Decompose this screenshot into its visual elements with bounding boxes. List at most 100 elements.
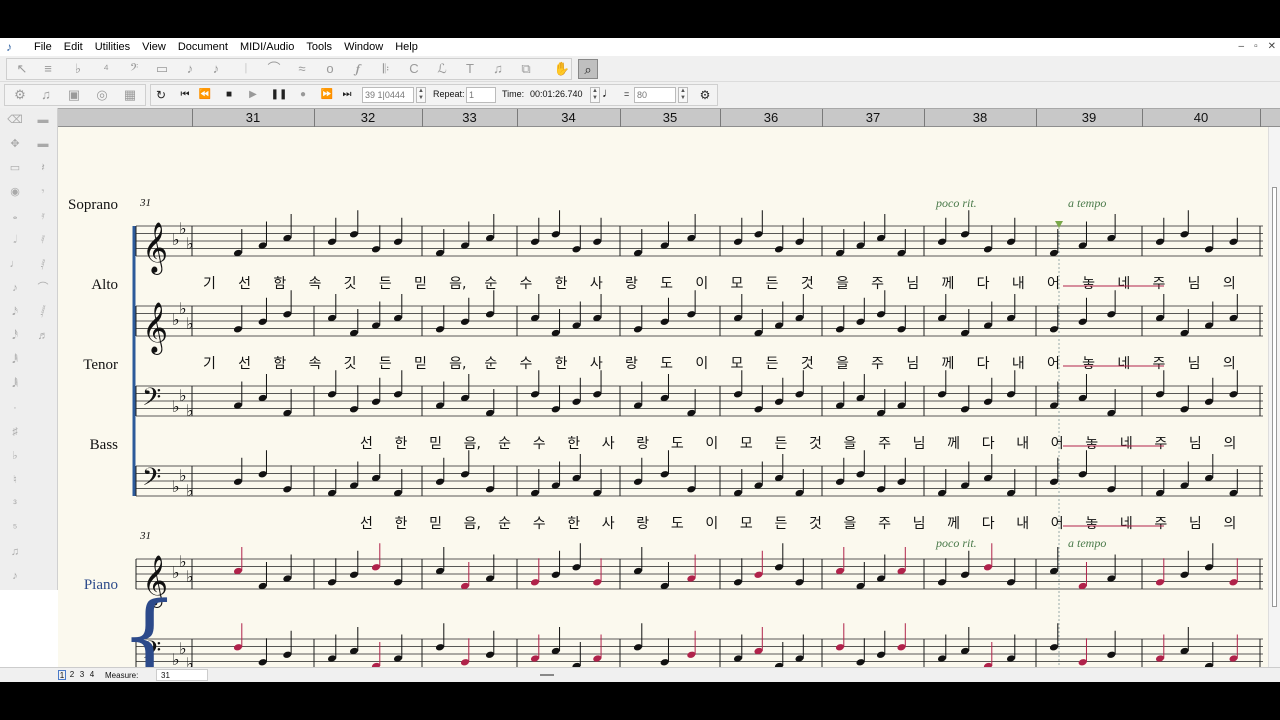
staff-tool-icon[interactable]: ≡ (38, 59, 58, 79)
ruler-measure-31[interactable]: 31 (192, 109, 314, 127)
text-tool-icon[interactable]: T (460, 59, 480, 79)
dot-icon[interactable]: · (2, 396, 28, 420)
repeat-tool-icon[interactable]: 𝄆 (376, 59, 396, 79)
counter-spinner[interactable]: ▲ ▼ (416, 87, 426, 103)
staff-name-bass[interactable]: Bass (58, 437, 118, 454)
rewind-to-start-icon[interactable]: ⏮ (176, 88, 194, 102)
ruler-measure-36[interactable]: 36 (720, 109, 822, 127)
natural-icon[interactable]: ♮ (2, 468, 28, 492)
zoom-tool-icon[interactable]: ⌕ (578, 59, 598, 79)
ruler-measure-39[interactable]: 39 (1036, 109, 1142, 127)
tempo-field[interactable]: 80 (634, 87, 676, 103)
sharp-icon[interactable]: ♯ (2, 420, 28, 444)
ruler-measure-33[interactable]: 33 (422, 109, 517, 127)
staff-name-soprano[interactable]: Soprano (58, 197, 118, 214)
scrollbar-thumb[interactable] (1272, 187, 1277, 607)
record-icon[interactable]: ● (294, 88, 312, 102)
eraser-icon[interactable]: ⌫ (2, 108, 28, 132)
eighth-rest-icon[interactable]: 𝄾 (30, 180, 56, 204)
loop-icon[interactable]: ↻ (152, 88, 170, 102)
hyperscribe-tool-icon[interactable]: ▦ (120, 85, 140, 105)
half-rest-icon[interactable]: ▬ (30, 132, 56, 156)
rewind-icon[interactable]: ⏪ (196, 88, 214, 102)
fast-forward-icon[interactable]: ⏩ (318, 88, 336, 102)
speedy-entry-tool-icon[interactable]: ♪ (206, 59, 226, 79)
menu-tools[interactable]: Tools (300, 38, 338, 56)
eighth-note-icon[interactable]: ♪ (2, 276, 28, 300)
key-signature-tool-icon[interactable]: ♭ (68, 59, 88, 79)
tuplet-three-icon[interactable]: ³ (2, 492, 28, 516)
note-mover-icon[interactable]: ✥ (2, 132, 28, 156)
resize-grip-icon[interactable] (540, 674, 554, 676)
wrench-tool-icon[interactable]: ⚙ (10, 85, 30, 105)
page-layout-tool-icon[interactable]: ▣ (64, 85, 84, 105)
ruler-measure-35[interactable]: 35 (620, 109, 720, 127)
ruler-measure-38[interactable]: 38 (924, 109, 1036, 127)
menu-window[interactable]: Window (338, 38, 389, 56)
sixteenth-rest-icon[interactable]: 𝄿 (30, 204, 56, 228)
expression-tool-icon[interactable]: ο (320, 59, 340, 79)
sixty-fourth-note-icon[interactable]: 𝅘𝅥𝅱 (2, 348, 28, 372)
midi-tool-icon[interactable]: ◎ (92, 85, 112, 105)
menu-utilities[interactable]: Utilities (89, 38, 136, 56)
whole-rest-icon[interactable]: ▬ (30, 108, 56, 132)
menu-view[interactable]: View (136, 38, 172, 56)
counter-field[interactable]: 39 1|0444 (362, 87, 414, 103)
quarter-note-icon[interactable]: ♩ (2, 252, 28, 276)
hundred-twenty-eighth-note-icon[interactable]: 𝅘𝅥𝅲 (2, 372, 28, 396)
menu-midi-audio[interactable]: MIDI/Audio (234, 38, 300, 56)
page-tab-3[interactable]: 3 (78, 670, 86, 680)
menu-file[interactable]: File (28, 38, 58, 56)
minimize-button[interactable]: – (1239, 38, 1245, 56)
note-tool-icon[interactable]: ♫ (36, 85, 56, 105)
playback-settings-icon[interactable]: ⚙ (696, 88, 714, 102)
graphics-tool-icon[interactable]: ♫ (488, 59, 508, 79)
page-tab-2[interactable]: 2 (68, 670, 76, 680)
simple-entry-tool-icon[interactable]: ♪ (180, 59, 200, 79)
ruler-measure-40[interactable]: 40 (1142, 109, 1260, 127)
page-tab-4[interactable]: 4 (88, 670, 96, 680)
staff-name-tenor[interactable]: Tenor (58, 357, 118, 374)
thirty-second-note-icon[interactable]: 𝅘𝅥𝅰 (2, 324, 28, 348)
grace-note-icon[interactable]: ♫ (2, 540, 28, 564)
stop-icon[interactable]: ■ (220, 88, 238, 102)
staff-name-piano[interactable]: Piano (58, 577, 118, 594)
measure-ruler[interactable]: 31 32 33 34 35 36 37 38 39 40 (58, 108, 1280, 127)
vertical-scrollbar[interactable] (1268, 127, 1280, 667)
repeat-field[interactable]: 1 (466, 87, 496, 103)
dynamics-tool-icon[interactable]: 𝆑 (348, 59, 368, 79)
flat-icon[interactable]: ♭ (2, 444, 28, 468)
tuplet-five-icon[interactable]: ⁵ (2, 516, 28, 540)
tempo-spinner[interactable]: ▲ ▼ (678, 87, 688, 103)
fast-forward-to-end-icon[interactable]: ⏭ (338, 88, 356, 102)
clef-tool-icon[interactable]: 𝄢 (124, 59, 144, 79)
score-canvas[interactable]: 𝄞 ♭ ♭ ♭ 𝄞 ♭ ♭ ♭ 𝄢 ♭ ♭ ♭ 𝄢 ♭ ♭ ♭ 𝄞 ♭ ♭ ♭ 𝄢 ♭ ♭ ♭{31 31 poco rit. a … (58, 127, 1268, 667)
ruler-measure-34[interactable]: 34 (517, 109, 620, 127)
ruler-measure-32[interactable]: 32 (314, 109, 422, 127)
tuplet-tool-icon[interactable]: 𝄀 (236, 59, 256, 79)
cue-note-icon[interactable]: ♪ (2, 564, 28, 588)
time-signature-tool-icon[interactable]: ⁴ (96, 59, 116, 79)
time-spinner[interactable]: ▲ ▼ (590, 87, 600, 103)
ruler-measure-37[interactable]: 37 (822, 109, 924, 127)
thirty-second-rest-icon[interactable]: 𝅀 (30, 228, 56, 252)
menu-help[interactable]: Help (389, 38, 424, 56)
pause-icon[interactable]: ❚❚ (270, 88, 288, 102)
quarter-rest-icon[interactable]: 𝄽 (30, 156, 56, 180)
lock-icon[interactable]: ▭ (2, 156, 28, 180)
measure-tool-icon[interactable]: ▭ (152, 59, 172, 79)
eye-icon[interactable]: ◉ (2, 180, 28, 204)
page-tab-1[interactable]: 1 (58, 670, 66, 680)
staff-name-alto[interactable]: Alto (58, 277, 118, 294)
measure-field[interactable]: 31 (156, 669, 208, 681)
sixteenth-note-icon[interactable]: 𝅘𝅥𝅯 (2, 300, 28, 324)
sixty-fourth-rest-icon[interactable]: 𝅁 (30, 252, 56, 276)
mirror-tool-icon[interactable]: ⧉ (516, 59, 536, 79)
whole-note-icon[interactable]: 𝅝 (2, 204, 28, 228)
smart-shape-tool-icon[interactable]: ⌒ (264, 59, 284, 79)
hand-grabber-tool-icon[interactable]: ✋ (552, 59, 572, 79)
menu-document[interactable]: Document (172, 38, 234, 56)
articulation-tool-icon[interactable]: ≈ (292, 59, 312, 79)
lyrics-tool-icon[interactable]: ℒ (432, 59, 452, 79)
voice-two-icon[interactable]: ♬ (30, 324, 56, 348)
